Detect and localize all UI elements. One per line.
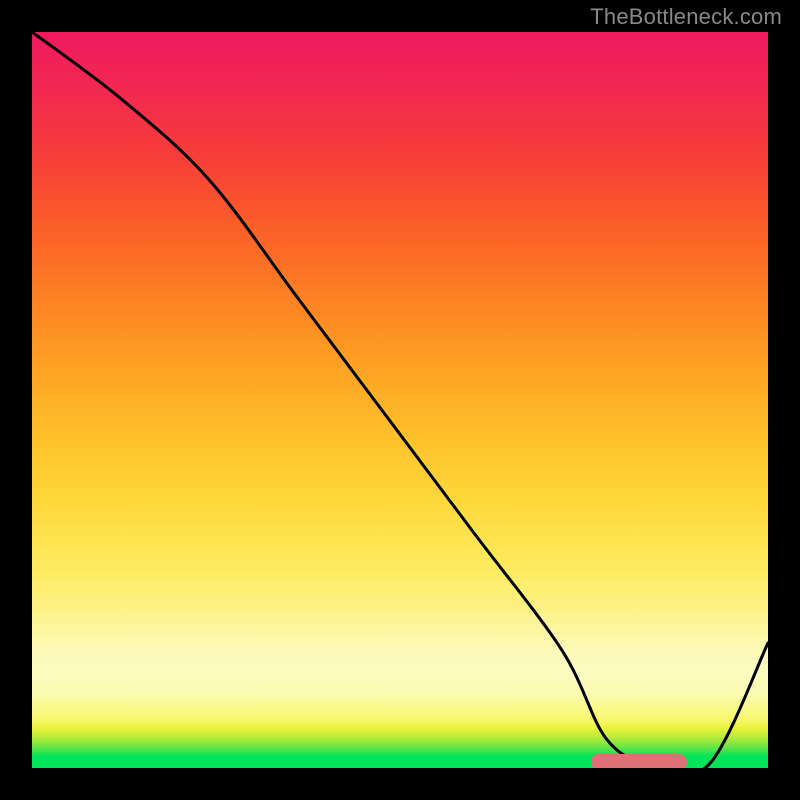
curve-path (32, 32, 768, 768)
attribution-label: TheBottleneck.com (590, 4, 782, 30)
target-range-marker (591, 754, 687, 768)
bottleneck-curve (32, 32, 768, 768)
chart-container: TheBottleneck.com (0, 0, 800, 800)
plot-area (32, 32, 768, 768)
